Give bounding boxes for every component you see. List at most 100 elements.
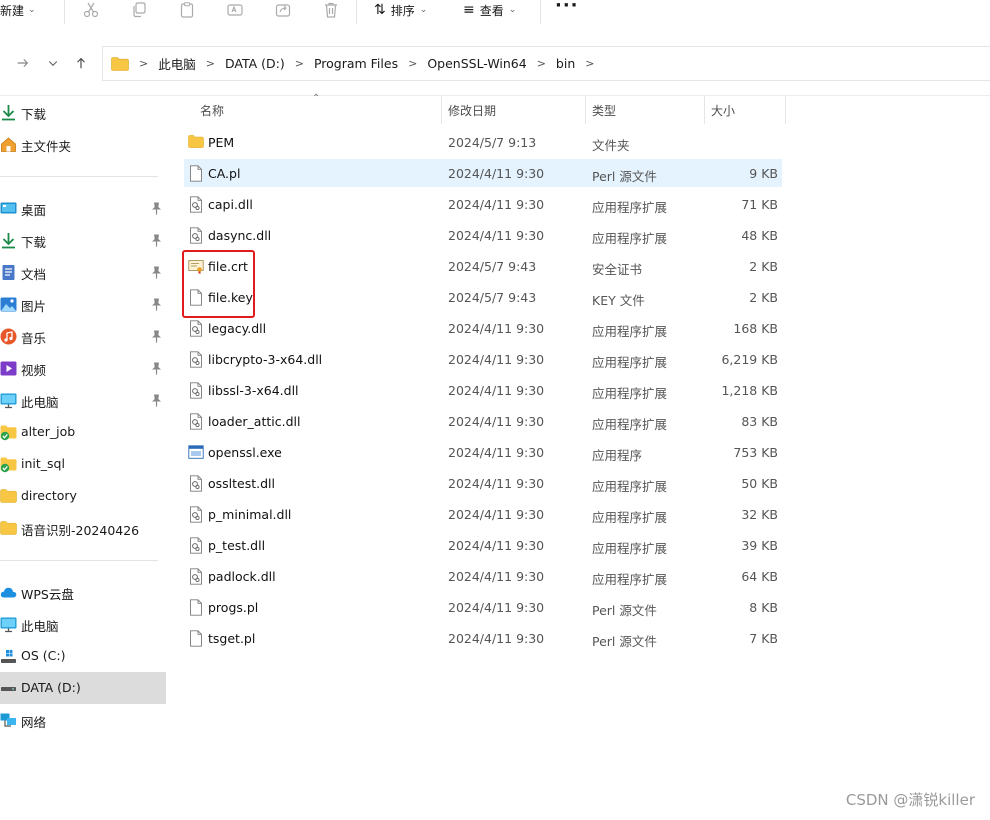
recent-locations-icon[interactable]	[44, 54, 62, 72]
file-row[interactable]: p_test.dll 2024/4/11 9:30 应用程序扩展 39 KB	[184, 531, 782, 559]
column-header-date[interactable]: 修改日期	[448, 96, 496, 124]
file-row[interactable]: ossltest.dll 2024/4/11 9:30 应用程序扩展 50 KB	[184, 469, 782, 497]
pin-icon[interactable]	[151, 298, 162, 311]
file-type: 应用程序	[592, 448, 643, 463]
sidebar-item-label: 主文件夹	[21, 139, 72, 154]
up-arrow-icon[interactable]	[72, 54, 90, 72]
delete-icon[interactable]	[320, 0, 342, 20]
sidebar-item[interactable]: 音乐	[0, 320, 166, 352]
file-row[interactable]: openssl.exe 2024/4/11 9:30 应用程序 753 KB	[184, 438, 782, 466]
sidebar-item[interactable]: 此电脑	[0, 608, 166, 640]
sidebar-item[interactable]: DATA (D:)	[0, 672, 166, 704]
breadcrumb-openssl[interactable]: OpenSSL-Win64	[427, 56, 526, 71]
pin-icon[interactable]	[151, 202, 162, 215]
file-icon	[188, 630, 204, 647]
sidebar-item[interactable]: 图片	[0, 288, 166, 320]
cut-icon[interactable]	[80, 0, 102, 20]
file-row[interactable]: loader_attic.dll 2024/4/11 9:30 应用程序扩展 83 K…	[184, 407, 782, 435]
file-row[interactable]: dasync.dll 2024/4/11 9:30 应用程序扩展 48 KB	[184, 221, 782, 249]
column-header-size[interactable]: 大小	[711, 96, 735, 124]
sidebar-item[interactable]: directory	[0, 480, 166, 512]
file-modified-date: 2024/4/11 9:30	[448, 228, 545, 243]
breadcrumb-data-drive[interactable]: DATA (D:)	[225, 56, 285, 71]
sidebar-item[interactable]: 下载	[0, 224, 166, 256]
rename-icon[interactable]	[224, 0, 246, 20]
dll-icon	[188, 351, 204, 368]
new-button[interactable]: 新建 ⌄	[0, 0, 36, 20]
sidebar-item[interactable]: 此电脑	[0, 384, 166, 416]
sidebar-item[interactable]: 语音识别-20240426	[0, 512, 166, 544]
sidebar-item[interactable]: 文档	[0, 256, 166, 288]
sidebar-item[interactable]: WPS云盘	[0, 576, 166, 608]
dll-icon	[188, 320, 204, 337]
pictures-icon	[0, 296, 17, 313]
file-row[interactable]: libssl-3-x64.dll 2024/4/11 9:30 应用程序扩展 1,21…	[184, 376, 782, 404]
sidebar-item[interactable]: init_sql	[0, 448, 166, 480]
column-header-type[interactable]: 类型	[592, 96, 616, 124]
breadcrumb-bin[interactable]: bin	[556, 56, 575, 71]
share-icon[interactable]	[272, 0, 294, 20]
file-row[interactable]: tsget.pl 2024/4/11 9:30 Perl 源文件 7 KB	[184, 624, 782, 652]
file-name: legacy.dll	[208, 321, 267, 336]
home-icon	[0, 136, 17, 153]
file-row[interactable]: legacy.dll 2024/4/11 9:30 应用程序扩展 168 KB	[184, 314, 782, 342]
file-size: 50 KB	[741, 476, 778, 491]
folder-synced-icon	[0, 456, 17, 473]
sidebar-item[interactable]: 桌面	[0, 192, 166, 224]
sidebar-item[interactable]: 主文件夹	[0, 128, 166, 160]
file-row[interactable]: capi.dll 2024/4/11 9:30 应用程序扩展 71 KB	[184, 190, 782, 218]
column-divider[interactable]	[704, 96, 705, 124]
file-modified-date: 2024/4/11 9:30	[448, 507, 545, 522]
file-size: 71 KB	[741, 197, 778, 212]
file-type: 应用程序扩展	[592, 572, 668, 587]
paste-icon[interactable]	[176, 0, 198, 20]
sidebar-item-label: 音乐	[21, 331, 47, 346]
column-divider[interactable]	[785, 96, 786, 124]
pin-icon[interactable]	[151, 330, 162, 343]
file-name: p_test.dll	[208, 538, 266, 553]
exe-icon	[188, 444, 204, 461]
file-row[interactable]: progs.pl 2024/4/11 9:30 Perl 源文件 8 KB	[184, 593, 782, 621]
sidebar-item[interactable]: 视频	[0, 352, 166, 384]
sidebar-item[interactable]: 网络	[0, 704, 166, 736]
file-row[interactable]: libcrypto-3-x64.dll 2024/4/11 9:30 应用程序扩展 6…	[184, 345, 782, 373]
file-type: 应用程序扩展	[592, 541, 668, 556]
pin-icon[interactable]	[151, 266, 162, 279]
sidebar-item-label: OS (C:)	[21, 648, 66, 663]
file-name: openssl.exe	[208, 445, 282, 460]
file-row[interactable]: PEM 2024/5/7 9:13 文件夹	[184, 128, 782, 156]
sidebar-item-label: 桌面	[21, 203, 47, 218]
view-button[interactable]: ≡ 查看 ⌄	[463, 0, 516, 20]
sidebar-item[interactable]: OS (C:)	[0, 640, 166, 672]
sort-icon: ⇅	[374, 2, 386, 18]
network-icon	[0, 712, 17, 729]
breadcrumb-this-pc[interactable]: 此电脑	[158, 54, 196, 73]
file-row[interactable]: p_minimal.dll 2024/4/11 9:30 应用程序扩展 32 KB	[184, 500, 782, 528]
navigation-pane: 下载 主文件夹 桌面 下载 文档 图片 音乐 视频 此电脑 alter_job init_sql di…	[0, 96, 170, 820]
pin-icon[interactable]	[151, 394, 162, 407]
file-size: 1,218 KB	[721, 383, 778, 398]
breadcrumb-program-files[interactable]: Program Files	[314, 56, 398, 71]
pin-icon[interactable]	[151, 234, 162, 247]
file-row[interactable]: file.crt 2024/5/7 9:43 安全证书 2 KB	[184, 252, 782, 280]
file-row[interactable]: padlock.dll 2024/4/11 9:30 应用程序扩展 64 KB	[184, 562, 782, 590]
sort-button[interactable]: ⇅ 排序 ⌄	[374, 0, 427, 20]
copy-icon[interactable]	[128, 0, 150, 20]
file-size: 39 KB	[741, 538, 778, 553]
file-size: 168 KB	[733, 321, 778, 336]
file-row[interactable]: file.key 2024/5/7 9:43 KEY 文件 2 KB	[184, 283, 782, 311]
forward-arrow-icon[interactable]	[14, 54, 32, 72]
file-size: 2 KB	[749, 290, 778, 305]
file-modified-date: 2024/4/11 9:30	[448, 383, 545, 398]
file-row[interactable]: CA.pl 2024/4/11 9:30 Perl 源文件 9 KB	[184, 159, 782, 187]
more-options-button[interactable]: ···	[555, 0, 579, 20]
folder-icon	[188, 134, 204, 151]
column-divider[interactable]	[585, 96, 586, 124]
address-bar[interactable]: > 此电脑 > DATA (D:) > Program Files > Open…	[102, 46, 990, 81]
pin-icon[interactable]	[151, 362, 162, 375]
column-header-name[interactable]: 名称	[200, 96, 224, 124]
column-divider[interactable]	[441, 96, 442, 124]
sidebar-item[interactable]: 下载	[0, 96, 166, 128]
sidebar-item[interactable]: alter_job	[0, 416, 166, 448]
file-type: 应用程序扩展	[592, 324, 668, 339]
